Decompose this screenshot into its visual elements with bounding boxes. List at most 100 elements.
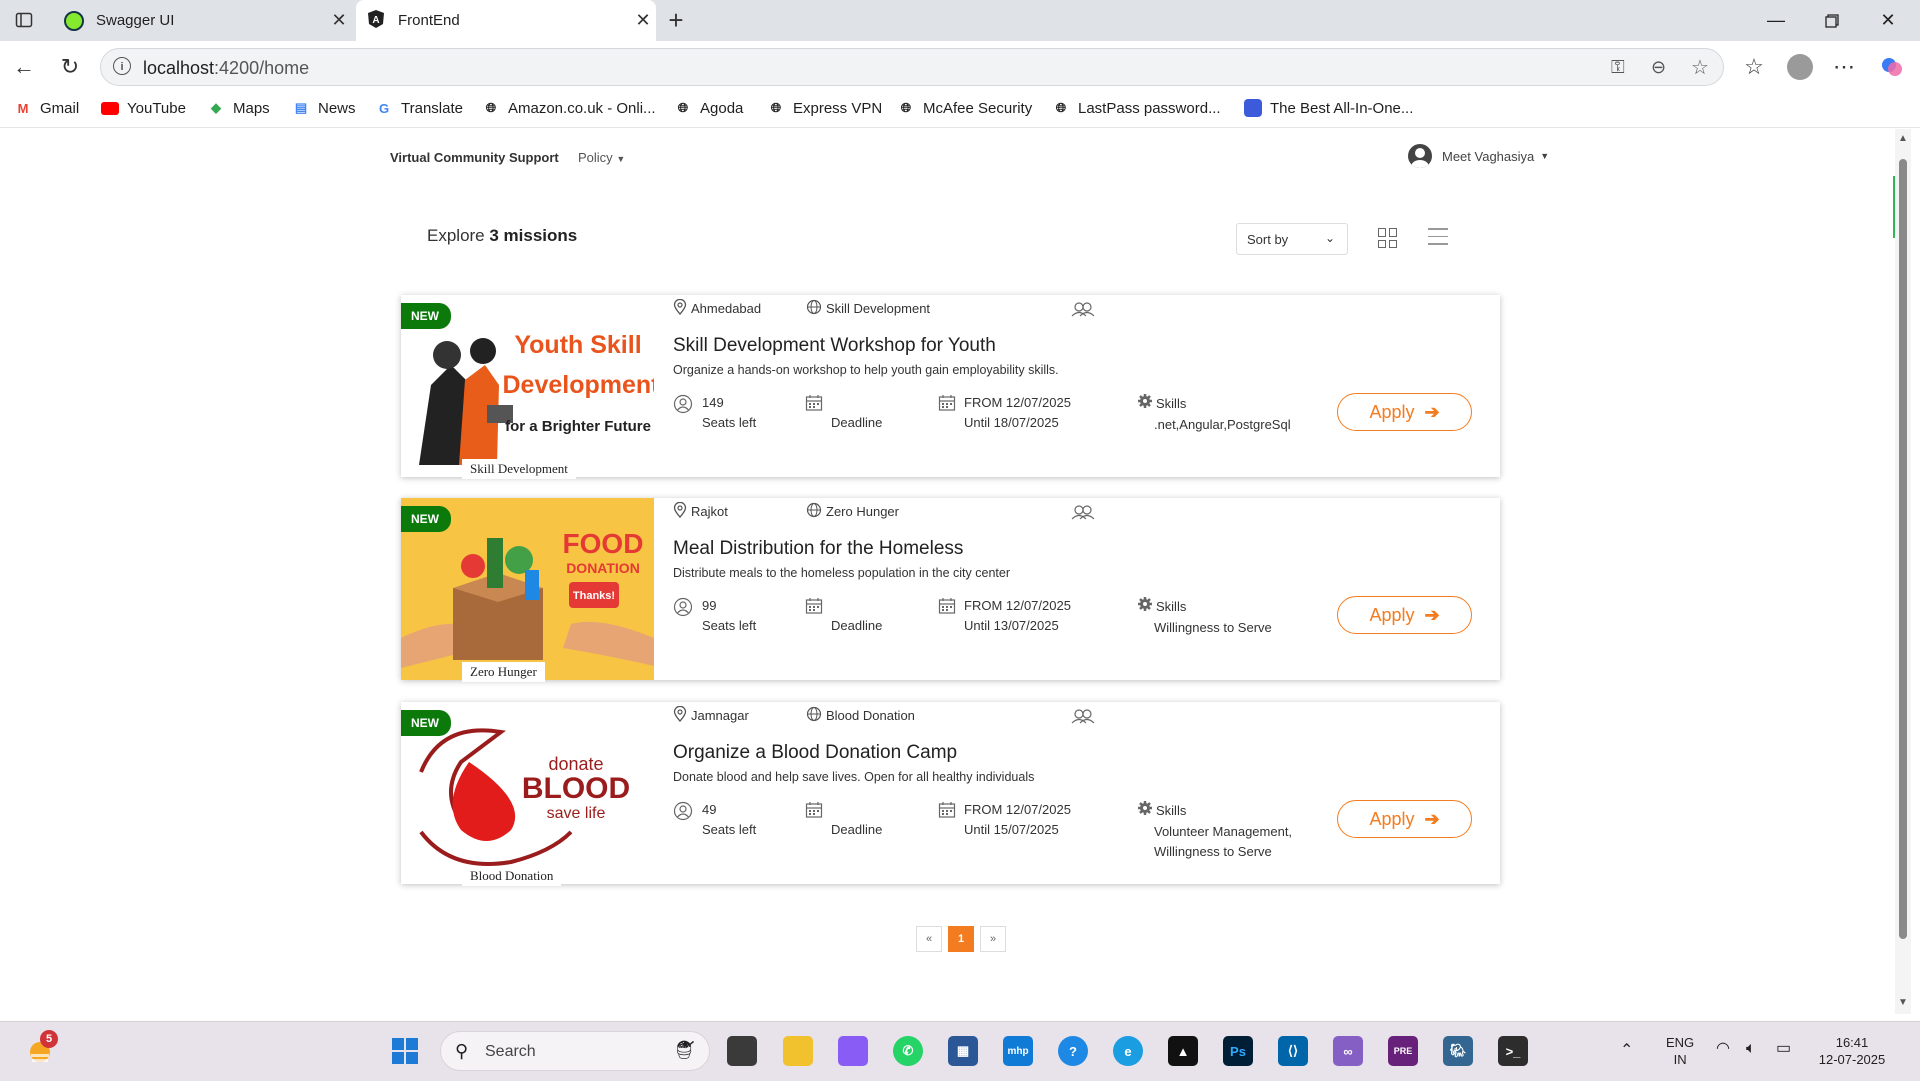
store-icon[interactable]: ▦ (948, 1036, 978, 1066)
taskbar-search-input[interactable]: ⚲ Search 🍧︎ (440, 1031, 710, 1071)
skills-stat: Skills Willingness to Serve (1137, 596, 1304, 638)
bookmark-all-in-one[interactable]: The Best All-In-One... (1244, 99, 1413, 117)
pagination-page[interactable]: 1 (948, 926, 974, 952)
scrollbar-thumb[interactable] (1899, 159, 1907, 939)
vscode-icon[interactable]: ⟨⟩ (1278, 1036, 1308, 1066)
group-icon (1071, 504, 1099, 520)
help-icon[interactable]: ? (1058, 1036, 1088, 1066)
bookmark-amazon[interactable]: 🌐︎ Amazon.co.uk - Onli... (482, 99, 656, 117)
wifi-icon[interactable]: ◠ (1716, 1040, 1730, 1057)
image-text: Youth Skill (514, 331, 641, 359)
mission-title[interactable]: Skill Development Workshop for Youth (673, 335, 996, 357)
profile-icon[interactable] (1784, 51, 1816, 83)
tab-frontend[interactable]: A FrontEnd ✕ (356, 0, 656, 41)
bookmark-mcafee[interactable]: 🌐︎ McAfee Security (897, 99, 1032, 117)
restore-icon[interactable] (1804, 0, 1860, 41)
edge-browser-icon[interactable]: e (1113, 1036, 1143, 1066)
globe-icon: 🌐︎ (677, 100, 689, 115)
vertical-scrollbar[interactable]: ▲ ▼ (1895, 129, 1911, 1014)
favorite-star-icon[interactable]: ☆ (1691, 55, 1709, 80)
myhp-icon[interactable]: mhp (1003, 1036, 1033, 1066)
tab-strip: Swagger UI ✕ A FrontEnd ✕ + — ✕ (0, 0, 1920, 41)
calendar-icon (938, 394, 956, 418)
pagination-prev[interactable]: « (916, 926, 942, 952)
bookmark-agoda[interactable]: 🌐︎ Agoda (674, 99, 744, 117)
language-indicator[interactable]: ENG IN (1666, 1034, 1694, 1068)
group-icon (1071, 301, 1099, 317)
copilot-app-icon[interactable] (838, 1036, 868, 1066)
translate-icon: G (378, 100, 390, 116)
bookmark-youtube[interactable]: YouTube (101, 99, 186, 117)
scroll-down-icon[interactable]: ▼ (1898, 997, 1908, 1008)
tray-overflow-icon[interactable]: ⌃ (1620, 1042, 1633, 1059)
arrow-right-icon: ➔ (1424, 604, 1440, 625)
deadline-stat: Deadline (805, 800, 882, 840)
new-badge: NEW (401, 710, 451, 736)
apply-button[interactable]: Apply ➔ (1337, 393, 1472, 431)
task-view-icon[interactable] (727, 1036, 757, 1066)
gear-icon (1137, 596, 1153, 618)
close-tab-icon[interactable]: ✕ (630, 10, 656, 31)
user-menu[interactable]: Meet Vaghasiya ▼ (1408, 144, 1549, 168)
new-tab-icon[interactable]: + (660, 4, 692, 36)
battery-icon[interactable]: ▭ (1776, 1040, 1791, 1057)
policy-dropdown[interactable]: Policy ▼ (578, 150, 625, 165)
file-explorer-icon[interactable] (783, 1036, 813, 1066)
pgadmin-icon[interactable]: 🐘︎ (1443, 1036, 1473, 1066)
weather-widget-icon[interactable]: 5 (26, 1030, 58, 1066)
close-window-icon[interactable]: ✕ (1860, 0, 1916, 41)
group-icon (1071, 708, 1099, 724)
image-text: DONATION (566, 560, 640, 576)
clock[interactable]: 16:41 12-07-2025 (1812, 1034, 1892, 1068)
mission-card[interactable]: donate BLOOD save life NEW Blood Donatio… (401, 702, 1500, 886)
more-icon[interactable]: ⋯ (1828, 51, 1860, 83)
scroll-up-icon[interactable]: ▲ (1898, 133, 1908, 144)
date-range-stat: FROM 12/07/2025 Until 15/07/2025 (938, 800, 1071, 840)
terminal-icon[interactable]: >_ (1498, 1036, 1528, 1066)
address-bar: ← ↻ i localhost:4200/home ⚿ ⊖ ☆ ☆ ⋯ (0, 41, 1920, 93)
tab-swagger[interactable]: Swagger UI ✕ (52, 0, 352, 41)
bookmark-translate[interactable]: G Translate (375, 99, 463, 117)
affinity-icon[interactable]: ▲ (1168, 1036, 1198, 1066)
whatsapp-icon[interactable]: ✆ (893, 1036, 923, 1066)
zoom-icon[interactable]: ⊖ (1651, 57, 1666, 78)
bookmark-express-vpn[interactable]: 🌐︎ Express VPN (767, 99, 882, 117)
bookmark-lastpass[interactable]: 🌐︎ LastPass password... (1052, 99, 1221, 117)
calendar-icon (805, 597, 823, 621)
close-tab-icon[interactable]: ✕ (326, 10, 352, 31)
key-icon[interactable]: ⚿ (1611, 57, 1625, 78)
apply-button[interactable]: Apply ➔ (1337, 800, 1472, 838)
windows-start-icon[interactable] (390, 1036, 420, 1066)
seats-stat: 149 Seats left (673, 393, 756, 433)
favorites-icon[interactable]: ☆ (1738, 51, 1770, 83)
mission-card[interactable]: FOOD DONATION Thanks! NEW Zero Hunger Ra… (401, 498, 1500, 682)
reload-icon[interactable]: ↻ (54, 51, 86, 83)
back-icon[interactable]: ← (8, 51, 40, 83)
mission-description: Organize a hands-on workshop to help you… (673, 363, 1059, 377)
apply-button[interactable]: Apply ➔ (1337, 596, 1472, 634)
photoshop-icon[interactable]: Ps (1223, 1036, 1253, 1066)
bookmark-gmail[interactable]: M Gmail (14, 99, 80, 117)
mission-title[interactable]: Organize a Blood Donation Camp (673, 742, 957, 764)
pagination-next[interactable]: » (980, 926, 1006, 952)
caret-down-icon: ▼ (1540, 151, 1550, 161)
bookmark-news[interactable]: ▤ News (292, 99, 356, 117)
visual-studio-preview-icon[interactable]: PRE (1388, 1036, 1418, 1066)
bookmark-maps[interactable]: ◆ Maps (207, 99, 270, 117)
site-info-icon[interactable]: i (113, 57, 131, 75)
tab-actions-icon[interactable] (8, 4, 40, 36)
volume-icon[interactable]: 🔈︎ (1746, 1040, 1756, 1057)
sort-select[interactable]: Sort by ⌄ (1236, 223, 1348, 255)
url-input[interactable]: i localhost:4200/home ⚿ ⊖ ☆ (100, 48, 1724, 86)
search-highlight-icon: 🍧︎ (674, 1040, 697, 1060)
brand-link[interactable]: Virtual Community Support (390, 150, 559, 165)
minimize-icon[interactable]: — (1748, 0, 1804, 41)
calendar-icon (805, 801, 823, 825)
list-view-icon[interactable] (1428, 228, 1448, 246)
visual-studio-icon[interactable]: ∞ (1333, 1036, 1363, 1066)
mission-card[interactable]: Youth Skill Development for a Brighter F… (401, 295, 1500, 479)
seats-icon (673, 394, 693, 420)
grid-view-icon[interactable] (1378, 228, 1398, 248)
mission-title[interactable]: Meal Distribution for the Homeless (673, 538, 963, 560)
copilot-icon[interactable] (1876, 51, 1908, 83)
